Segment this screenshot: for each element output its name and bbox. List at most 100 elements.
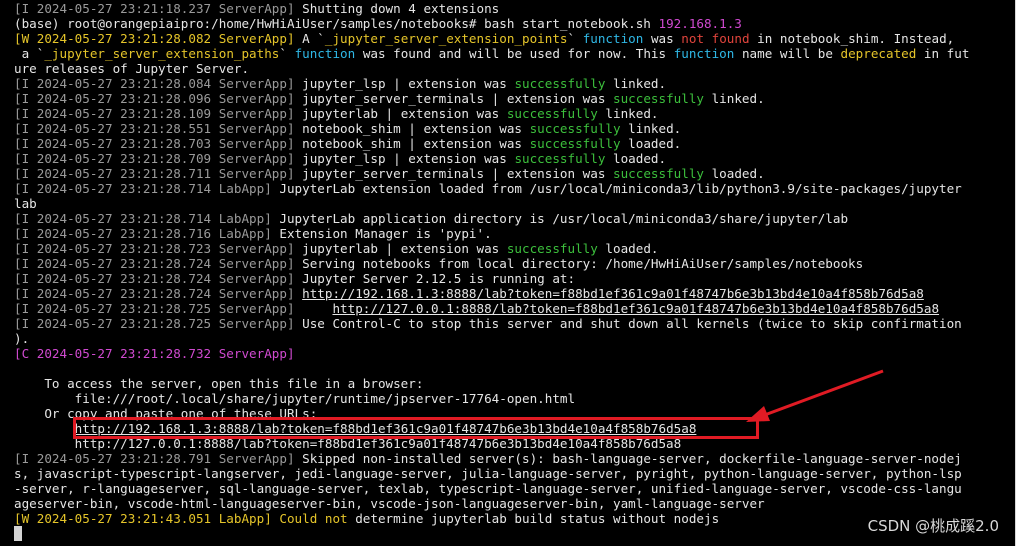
terminal-text-segment: [I 2024-05-27 23:21:18.237 ServerApp] xyxy=(14,1,303,16)
terminal-text-segment: successfully xyxy=(514,76,606,91)
terminal-text-segment: ` xyxy=(567,31,583,46)
terminal-text-segment: [I 2024-05-27 23:21:28.716 LabApp] xyxy=(14,226,280,241)
terminal-text-segment: To access the server, open this file in … xyxy=(14,376,424,391)
terminal-text-segment: [W 2024-05-27 23:21:28.082 ServerApp] xyxy=(14,31,303,46)
terminal-window[interactable]: [I 2024-05-27 23:21:18.237 ServerApp] Sh… xyxy=(0,0,1015,546)
terminal-text-segment: jupyterlab | extension was xyxy=(302,106,507,121)
terminal-text-segment: A ` xyxy=(302,31,325,46)
terminal-text-segment: JupyterLab extension loaded from /usr/lo… xyxy=(279,181,962,196)
terminal-text-segment: loaded. xyxy=(704,166,765,181)
terminal-text-segment: 192.168.1.3 xyxy=(658,16,742,31)
terminal-text-segment: Jupyter Server 2.12.5 is running at: xyxy=(302,271,576,286)
terminal-text-segment: ageserver-bin, vscode-html-languageserve… xyxy=(14,496,765,511)
terminal-output: [I 2024-05-27 23:21:18.237 ServerApp] Sh… xyxy=(14,1,1011,526)
terminal-text-segment: -server, r-languageserver, sql-language-… xyxy=(14,481,962,496)
terminal-line: [I 2024-05-27 23:21:28.551 ServerApp] no… xyxy=(14,121,1011,136)
terminal-line: [I 2024-05-27 23:21:28.703 ServerApp] no… xyxy=(14,136,1011,151)
terminal-line: a `_jupyter_server_extension_paths` func… xyxy=(14,46,1011,61)
terminal-text-segment: successfully xyxy=(506,106,598,121)
terminal-text-segment: loaded. xyxy=(605,151,667,166)
terminal-text-segment: ` xyxy=(279,46,295,61)
terminal-text-segment: Skipped non-installed server(s): bash-la… xyxy=(302,451,962,466)
terminal-text-segment: jupyter_server_terminals | extension was xyxy=(302,166,613,181)
terminal-text-segment: linked. xyxy=(597,106,659,121)
terminal-text-segment: loaded. xyxy=(620,136,682,151)
terminal-text-segment: [I 2024-05-27 23:21:28.109 ServerApp] xyxy=(14,106,303,121)
terminal-url-link[interactable]: http://127.0.0.1:8888/lab?token=f88bd1ef… xyxy=(332,301,939,316)
terminal-text-segment: lab xyxy=(14,196,37,211)
terminal-text-segment: [I 2024-05-27 23:21:28.723 ServerApp] xyxy=(14,241,303,256)
terminal-text-segment: _jupyter_server_extension_points xyxy=(324,31,568,46)
terminal-text-segment: jupyter_lsp | extension was xyxy=(302,151,515,166)
terminal-line: [I 2024-05-27 23:21:28.724 ServerApp] Se… xyxy=(14,256,1011,271)
terminal-text-segment: Extension Manager is 'pypi'. xyxy=(279,226,492,241)
terminal-text-segment: Could not xyxy=(279,511,348,526)
terminal-line: ). xyxy=(14,331,1011,346)
terminal-line: [I 2024-05-27 23:21:28.725 ServerApp] ht… xyxy=(14,301,1011,316)
terminal-text-segment: notebook_shim | extension was xyxy=(302,121,530,136)
terminal-text-segment: successfully xyxy=(514,151,606,166)
terminal-text-segment: not found xyxy=(681,31,750,46)
terminal-line: [I 2024-05-27 23:21:28.716 LabApp] Exten… xyxy=(14,226,1011,241)
terminal-text-segment: [I 2024-05-27 23:21:28.725 ServerApp] xyxy=(14,301,303,316)
terminal-text-segment: s, javascript-typescript-langserver, jed… xyxy=(14,466,962,481)
terminal-text-segment: (base) root@orangepiaipro:/home/HwHiAiUs… xyxy=(14,16,659,31)
terminal-line: [I 2024-05-27 23:21:28.109 ServerApp] ju… xyxy=(14,106,1011,121)
terminal-line: ageserver-bin, vscode-html-languageserve… xyxy=(14,496,1011,511)
terminal-text-segment: ure releases of Jupyter Server. xyxy=(14,61,250,76)
terminal-text-segment: in notebook_shim. Instead, xyxy=(749,31,955,46)
terminal-text-segment: [I 2024-05-27 23:21:28.084 ServerApp] xyxy=(14,76,303,91)
terminal-text-segment: file:///root/.local/share/jupyter/runtim… xyxy=(14,391,576,406)
terminal-line: (base) root@orangepiaipro:/home/HwHiAiUs… xyxy=(14,16,1011,31)
terminal-text-segment: function xyxy=(582,31,644,46)
terminal-text-segment: function xyxy=(673,46,735,61)
terminal-text-segment: in fut xyxy=(916,46,970,61)
terminal-line: ure releases of Jupyter Server. xyxy=(14,61,1011,76)
terminal-line: [I 2024-05-27 23:21:28.714 LabApp] Jupyt… xyxy=(14,181,1011,196)
terminal-text-segment: linked. xyxy=(620,121,682,136)
terminal-text-segment: jupyterlab | extension was xyxy=(302,241,507,256)
terminal-text-segment: [I 2024-05-27 23:21:28.551 ServerApp] xyxy=(14,121,303,136)
terminal-text-segment: Shutting down 4 extensions xyxy=(302,1,500,16)
terminal-text-segment: linked. xyxy=(704,91,765,106)
terminal-text-segment: [C 2024-05-27 23:21:28.732 ServerApp] xyxy=(14,346,303,361)
terminal-line: -server, r-languageserver, sql-language-… xyxy=(14,481,1011,496)
terminal-text-segment: successfully xyxy=(529,136,621,151)
terminal-line: [W 2024-05-27 23:21:43.051 LabApp] Could… xyxy=(14,511,1011,526)
terminal-url-link[interactable]: http://192.168.1.3:8888/lab?token=f88bd1… xyxy=(302,286,924,301)
terminal-line: [C 2024-05-27 23:21:28.732 ServerApp] xyxy=(14,346,1011,361)
watermark: CSDN @桃成蹊2.0 xyxy=(867,517,999,535)
terminal-text-segment: deprecated xyxy=(840,46,917,61)
terminal-text-segment: [I 2024-05-27 23:21:28.725 ServerApp] xyxy=(14,316,303,331)
terminal-text-segment: successfully xyxy=(613,91,704,106)
terminal-text-segment: [I 2024-05-27 23:21:28.714 LabApp] xyxy=(14,181,280,196)
terminal-text-segment: name will be xyxy=(734,46,841,61)
terminal-line: [I 2024-05-27 23:21:28.714 LabApp] Jupyt… xyxy=(14,211,1011,226)
terminal-text-segment: function xyxy=(294,46,356,61)
terminal-text-segment: JupyterLab application directory is /usr… xyxy=(279,211,849,226)
terminal-text-segment: jupyter_server_terminals | extension was xyxy=(302,91,613,106)
scrollbar[interactable] xyxy=(1015,0,1025,546)
terminal-text-segment: [I 2024-05-27 23:21:28.724 ServerApp] xyxy=(14,271,303,286)
terminal-line: [I 2024-05-27 23:21:28.791 ServerApp] Sk… xyxy=(14,451,1011,466)
terminal-text-segment: successfully xyxy=(613,166,704,181)
terminal-line: [I 2024-05-27 23:21:28.084 ServerApp] ju… xyxy=(14,76,1011,91)
terminal-text-segment: [I 2024-05-27 23:21:28.709 ServerApp] xyxy=(14,151,303,166)
terminal-text-segment: Use Control-C to stop this server and sh… xyxy=(302,316,962,331)
terminal-text-segment: determine jupyterlab build status withou… xyxy=(347,511,720,526)
terminal-line: [I 2024-05-27 23:21:28.096 ServerApp] ju… xyxy=(14,91,1011,106)
terminal-line: [I 2024-05-27 23:21:28.711 ServerApp] ju… xyxy=(14,166,1011,181)
terminal-text-segment: notebook_shim | extension was xyxy=(302,136,530,151)
terminal-line: [I 2024-05-27 23:21:28.724 ServerApp] ht… xyxy=(14,286,1011,301)
terminal-text-segment: linked. xyxy=(605,76,667,91)
terminal-line: lab xyxy=(14,196,1011,211)
terminal-text-segment: ). xyxy=(14,331,30,346)
terminal-line: [I 2024-05-27 23:21:28.724 ServerApp] Ju… xyxy=(14,271,1011,286)
terminal-cursor xyxy=(14,526,22,541)
terminal-line: [I 2024-05-27 23:21:28.725 ServerApp] Us… xyxy=(14,316,1011,331)
terminal-text-segment: [I 2024-05-27 23:21:28.714 LabApp] xyxy=(14,211,280,226)
annotation-arrow-icon xyxy=(746,369,884,422)
url-highlight-box xyxy=(73,417,759,439)
